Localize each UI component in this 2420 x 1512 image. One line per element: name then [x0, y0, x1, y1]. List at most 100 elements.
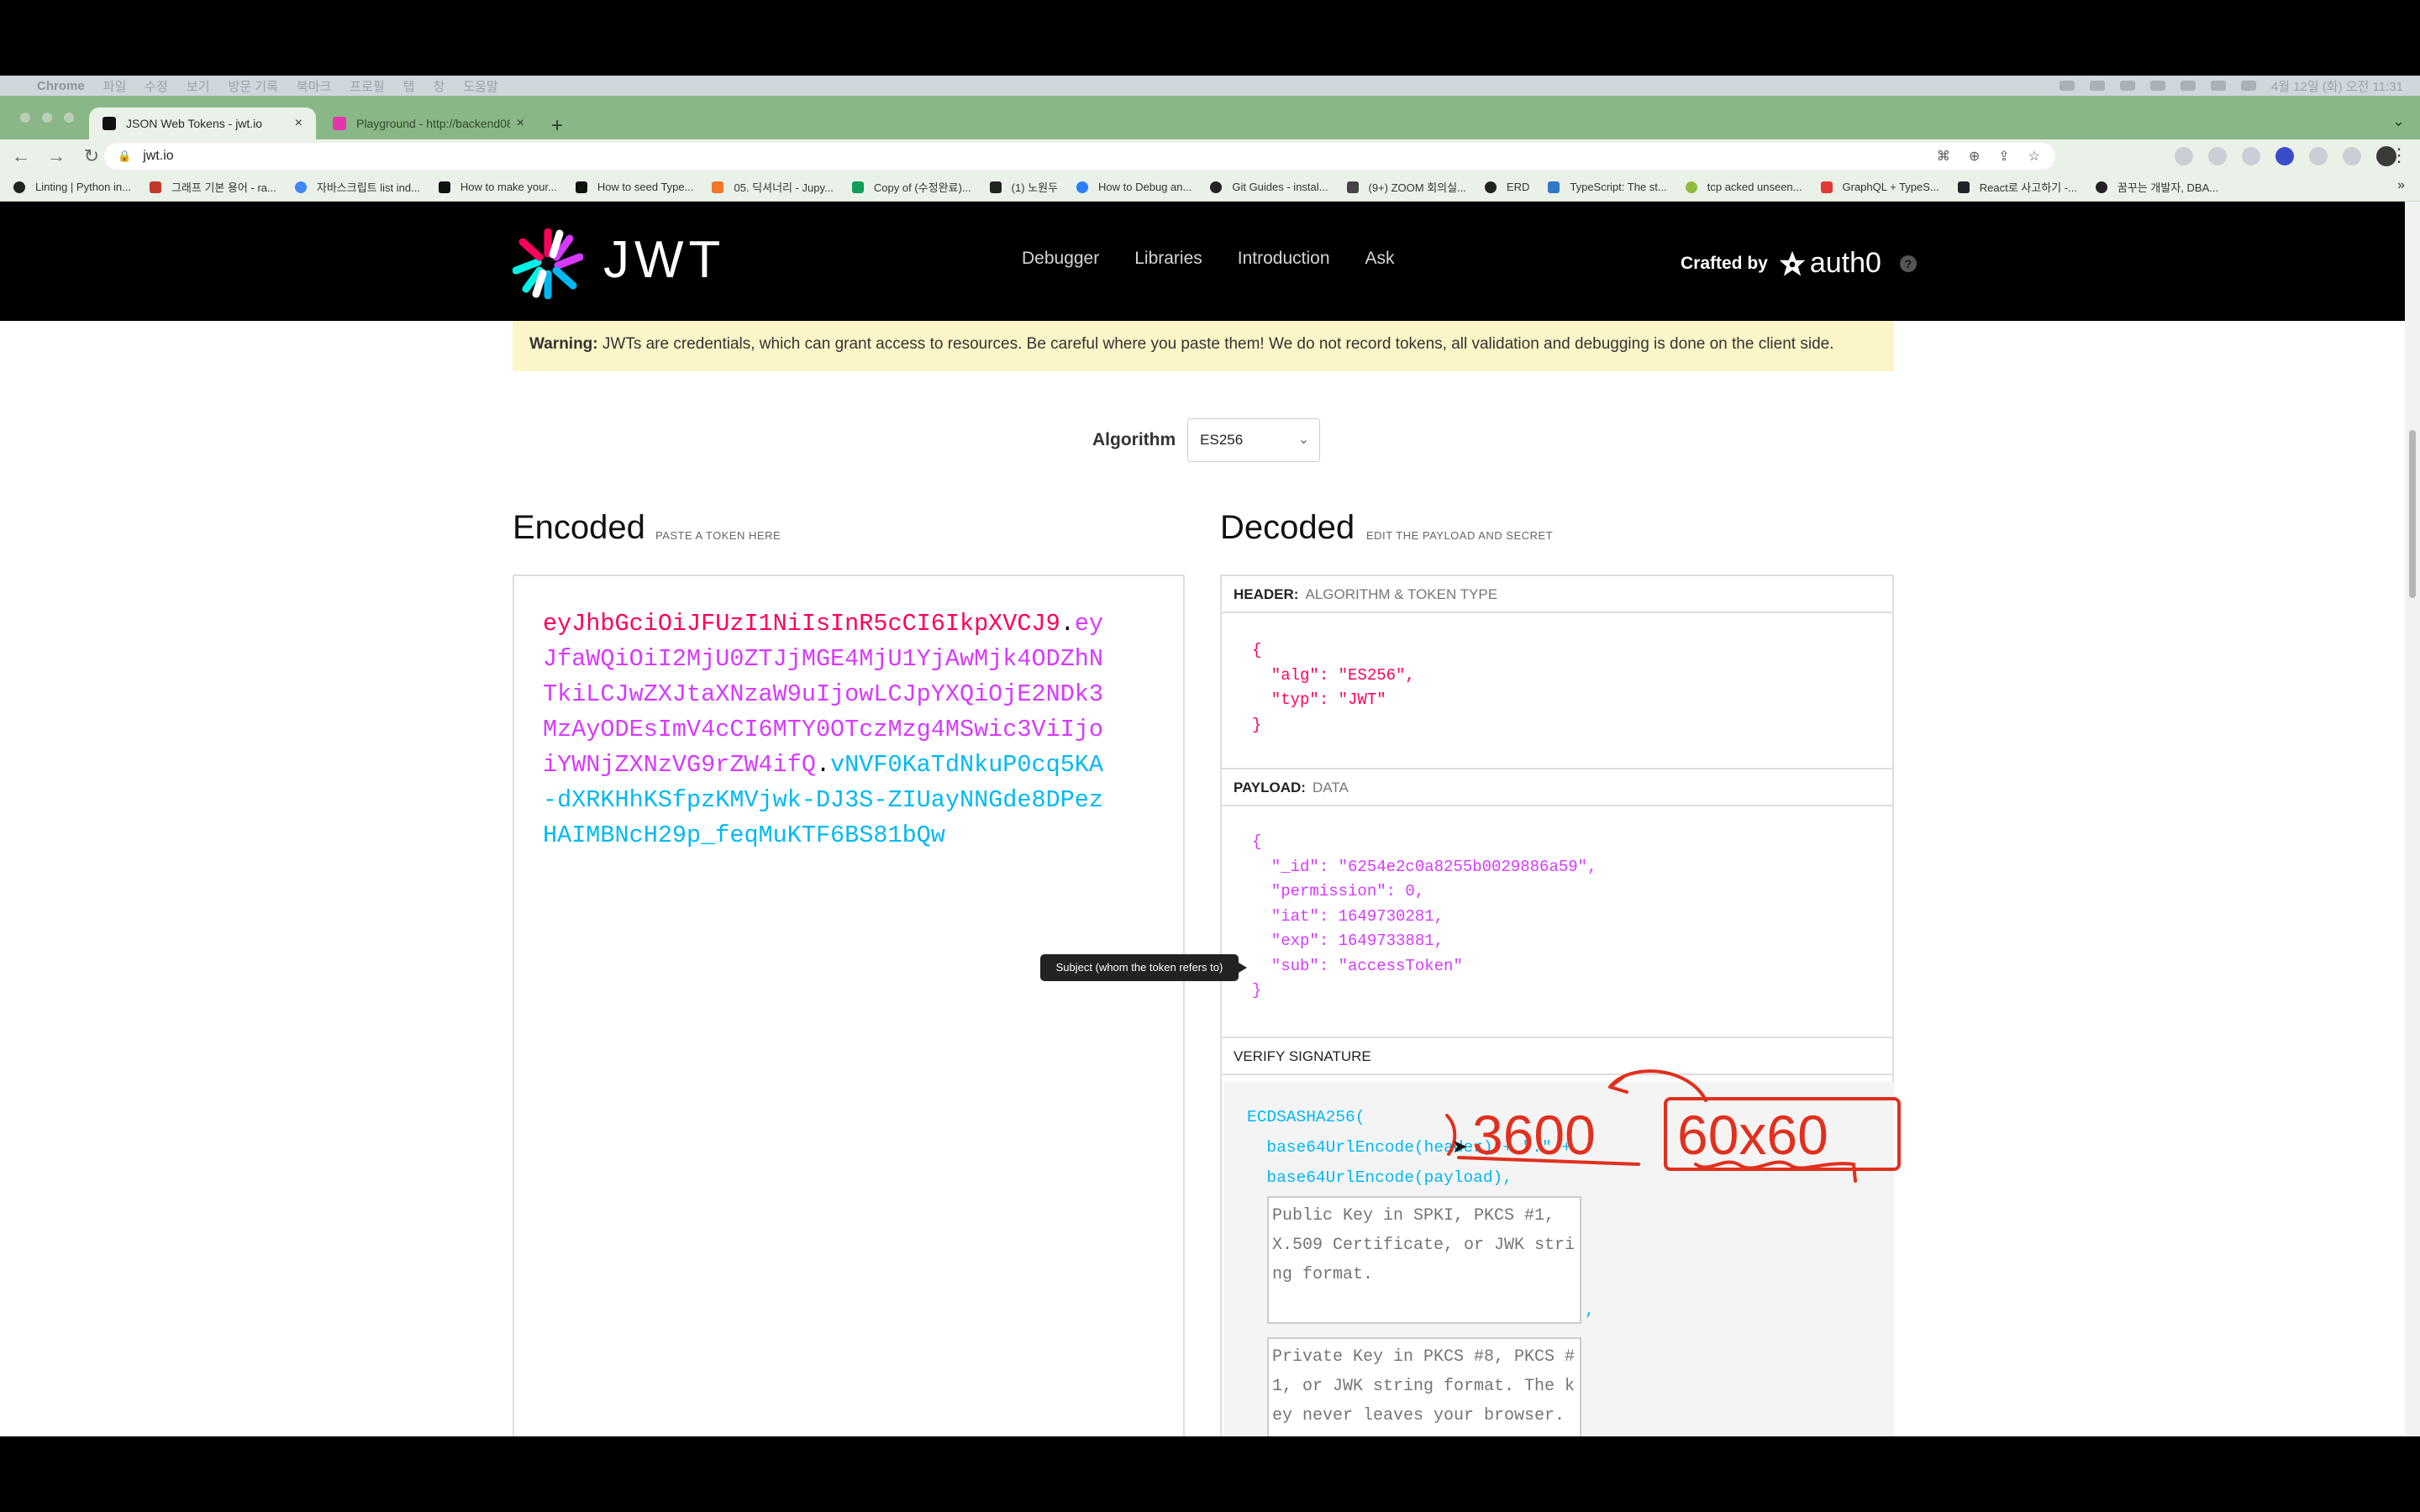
zoom-window-button[interactable] — [64, 113, 74, 123]
menu-window[interactable]: 창 — [434, 77, 445, 95]
wifi-icon[interactable] — [2210, 81, 2226, 91]
bookmark-item[interactable]: TypeScript: The st... — [1548, 181, 1667, 193]
nav-debugger[interactable]: Debugger — [1022, 249, 1099, 269]
bookmark-star-icon[interactable]: ☆ — [2028, 148, 2040, 165]
more-bookmarks-icon[interactable]: » — [2397, 178, 2405, 193]
header-json-editor[interactable]: { "alg": "ES256", "typ": "JWT"} — [1252, 638, 1415, 738]
extension-icon[interactable] — [2275, 147, 2294, 165]
status-icon[interactable] — [2059, 81, 2075, 91]
bookmark-favicon-icon — [1820, 181, 1833, 193]
bookmark-item[interactable]: 05. 딕셔너리 - Jupy... — [712, 179, 834, 195]
tab-search-chevron-icon[interactable]: ⌄ — [2392, 113, 2405, 130]
web-page: JWT Debugger Libraries Introduction Ask … — [0, 202, 2405, 1436]
warning-banner: Warning: JWTs are credentials, which can… — [513, 321, 1894, 371]
graphql-favicon-icon — [333, 117, 346, 130]
bookmark-label: Copy of (수정완료)... — [873, 181, 971, 194]
payload-json-editor[interactable]: { "_id": "6254e2c0a8255b0029886a59", "pe… — [1252, 830, 1597, 1004]
scrollbar-thumb[interactable] — [2409, 430, 2416, 598]
verify-fn: ECDSASHA256( — [1247, 1108, 1365, 1126]
sidepanel-icon[interactable] — [2343, 147, 2361, 165]
token-text[interactable]: eyJhbGciOiJFUzI1NiIsInR5cCI6IkpXVCJ9.eyJ… — [543, 606, 1114, 853]
puzzle-icon[interactable] — [2309, 147, 2328, 165]
nav-libraries[interactable]: Libraries — [1134, 249, 1202, 269]
bookmark-item[interactable]: (9+) ZOOM 회의실... — [1346, 179, 1466, 195]
battery-icon[interactable] — [2180, 81, 2196, 91]
auth0-brand[interactable]: auth0 — [1778, 247, 1881, 280]
extension-icon[interactable] — [2242, 147, 2260, 165]
macos-menubar: Chrome 파일 수정 보기 방문 기록 북마크 프로필 탭 창 도움말 4월… — [0, 76, 2420, 96]
menu-tab[interactable]: 탭 — [403, 77, 415, 95]
status-icon[interactable] — [2119, 81, 2135, 91]
translate-icon[interactable]: ⌘ — [1937, 148, 1950, 165]
algorithm-select[interactable]: ES256 ⌄ — [1187, 418, 1321, 462]
private-key-input[interactable] — [1267, 1337, 1581, 1436]
json-line: "sub": "accessToken" — [1252, 956, 1463, 975]
extension-icon[interactable] — [2208, 147, 2227, 165]
menu-profile[interactable]: 프로필 — [350, 77, 384, 95]
warning-text: JWTs are credentials, which can grant ac… — [602, 335, 1834, 353]
new-tab-button[interactable]: + — [551, 114, 563, 138]
bookmark-item[interactable]: How to make your... — [438, 181, 557, 193]
tab-playground[interactable]: Playground - http://backend08... × — [319, 108, 538, 139]
address-bar[interactable]: 🔒 jwt.io ⌘ ⊕ ⇪ ☆ — [104, 143, 2055, 170]
url-text[interactable]: jwt.io — [143, 149, 173, 164]
bookmark-item[interactable]: GraphQL + TypeS... — [1820, 181, 1939, 193]
nav-introduction[interactable]: Introduction — [1238, 249, 1330, 269]
notion-icon — [989, 181, 1002, 193]
menu-help[interactable]: 도움말 — [463, 77, 497, 95]
close-window-button[interactable] — [20, 113, 30, 123]
bookmark-item[interactable]: How to seed Type... — [575, 181, 693, 193]
encoded-token-editor[interactable]: eyJhbGciOiJFUzI1NiIsInR5cCI6IkpXVCJ9.eyJ… — [513, 575, 1185, 1436]
bookmark-label: (1) 노원두 — [1011, 181, 1059, 194]
forward-icon[interactable]: → — [39, 145, 74, 167]
bookmark-item[interactable]: 그래프 기본 용어 - ra... — [149, 179, 276, 195]
crafted-by[interactable]: Crafted by auth0 ? — [1681, 247, 1917, 280]
help-icon[interactable]: ? — [1899, 255, 1917, 272]
bookmark-item[interactable]: Linting | Python in... — [13, 181, 131, 193]
lock-icon[interactable]: 🔒 — [118, 150, 131, 163]
close-tab-icon[interactable]: × — [295, 116, 302, 131]
close-tab-icon[interactable]: × — [517, 116, 524, 131]
bookmark-item[interactable]: tcp acked unseen... — [1685, 181, 1802, 193]
extension-icon[interactable] — [2175, 147, 2193, 165]
minimize-window-button[interactable] — [42, 113, 52, 123]
header-section-title: HEADER: ALGORITHM & TOKEN TYPE — [1222, 576, 1892, 613]
status-icon[interactable] — [2149, 81, 2165, 91]
bookmark-item[interactable]: 자바스크립트 list ind... — [294, 179, 420, 195]
spotlight-icon[interactable] — [2240, 81, 2256, 91]
menu-history[interactable]: 방문 기록 — [229, 77, 278, 95]
decoded-panel: HEADER: ALGORITHM & TOKEN TYPE { "alg": "… — [1220, 575, 1894, 1436]
status-icon[interactable] — [2089, 81, 2105, 91]
menubar-clock[interactable]: 4월 12일 (화) 오전 11:31 — [2271, 77, 2403, 95]
bookmark-item[interactable]: React로 사고하기 -... — [1957, 179, 2077, 195]
json-line: "typ": "JWT" — [1252, 690, 1386, 709]
public-key-input[interactable] — [1267, 1196, 1581, 1324]
bookmark-item[interactable]: (1) 노원두 — [989, 179, 1059, 195]
menu-view[interactable]: 보기 — [187, 77, 210, 95]
bookmark-item[interactable]: ERD — [1484, 181, 1529, 193]
bookmark-item[interactable]: How to Debug an... — [1076, 181, 1192, 193]
share-icon[interactable]: ⇪ — [1998, 148, 2009, 165]
bookmark-item[interactable]: Copy of (수정완료)... — [851, 179, 971, 195]
jwt-logo-icon[interactable] — [513, 228, 583, 299]
bookmark-label: (9+) ZOOM 회의실... — [1368, 181, 1466, 194]
bookmark-item[interactable]: Git Guides - instal... — [1210, 181, 1328, 193]
json-line: "exp": 1649733881, — [1252, 932, 1444, 950]
tab-jwt[interactable]: JSON Web Tokens - jwt.io × — [89, 108, 316, 139]
menu-app-name[interactable]: Chrome — [37, 79, 85, 93]
token-dot: . — [1060, 610, 1075, 638]
menu-bookmarks[interactable]: 북마크 — [297, 77, 331, 95]
bookmark-item[interactable]: 꿈꾸는 개발자, DBA... — [2095, 179, 2218, 195]
back-icon[interactable]: ← — [3, 145, 39, 167]
logo-text[interactable]: JWT — [603, 230, 725, 290]
menu-edit[interactable]: 수정 — [145, 77, 168, 95]
algorithm-picker: Algorithm ES256 ⌄ — [1092, 418, 1321, 462]
page-scrollbar[interactable] — [2405, 202, 2420, 1436]
json-line: "alg": "ES256", — [1252, 665, 1415, 685]
menu-file[interactable]: 파일 — [103, 77, 127, 95]
bookmark-label: How to Debug an... — [1098, 181, 1192, 193]
chrome-menu-icon[interactable]: ⋮ — [2390, 144, 2408, 166]
nav-ask[interactable]: Ask — [1365, 249, 1395, 269]
zoom-icon[interactable]: ⊕ — [1969, 148, 1980, 165]
bookmark-label: 05. 딕셔너리 - Jupy... — [734, 181, 834, 194]
